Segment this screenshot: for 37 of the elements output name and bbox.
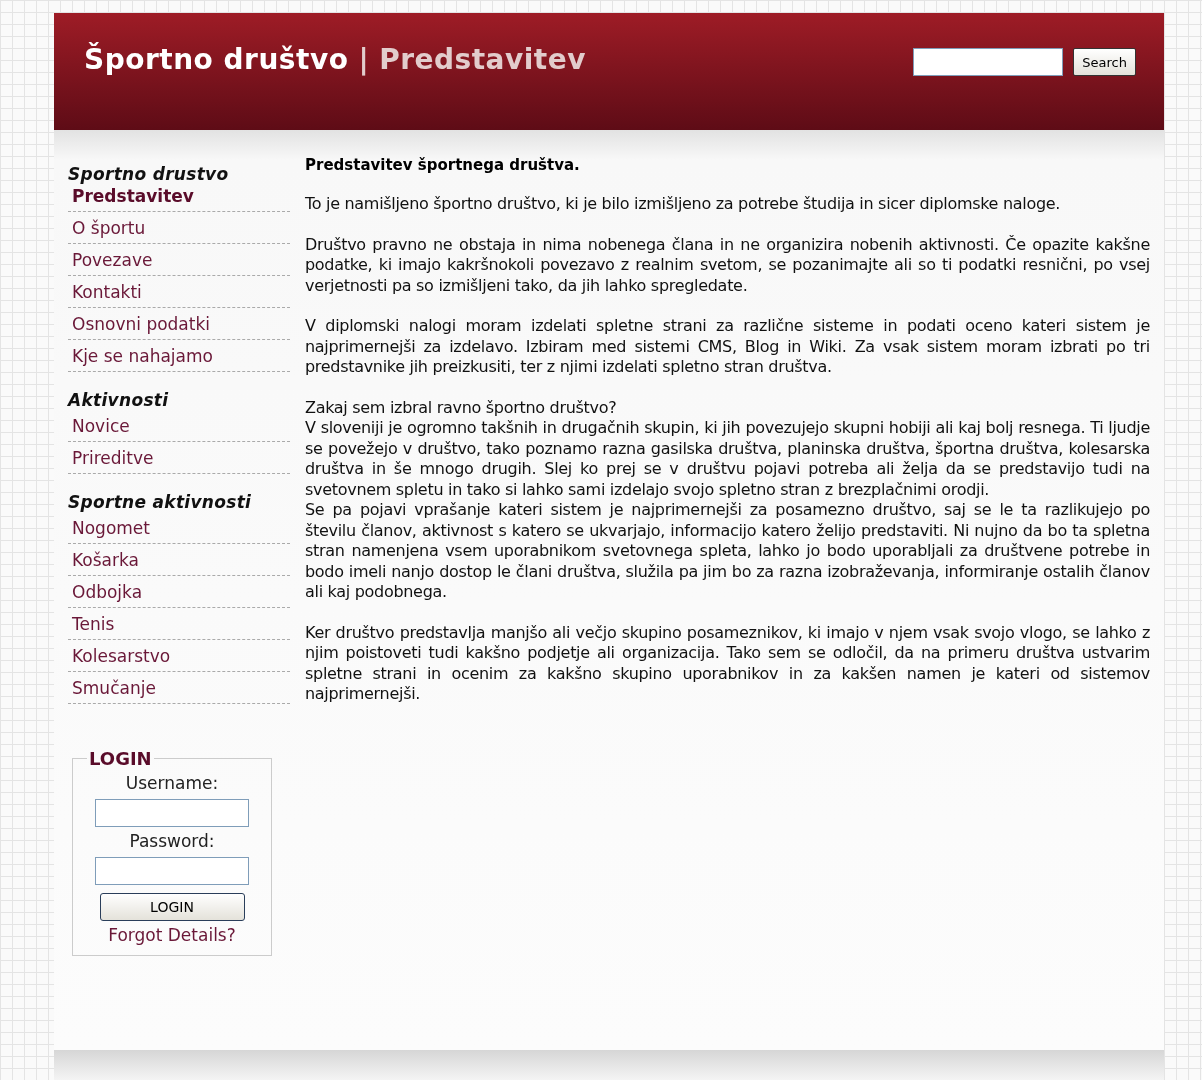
menu-link[interactable]: Povezave [68, 244, 290, 276]
title-separator: | [358, 43, 370, 76]
paragraph: Se pa pojavi vprašanje kateri sistem je najprimernejši za posamezno društvo, saj se le ta razlikujejo po številu članov, aktivnost s katero se ukvarjajo, informacijo katero želijo predstaviti. Ni nujno da bo ta spletna stran namenjena vsem uporabnikom svetovnega spleta, lahko jo bodo uporabljali za društvene potrebe in bodo imeli nanjo dostop le člani društva, služila pa jim bo za razna izobraževanja, informiranje ostalih članov ali kaj podobnega. [305, 500, 1150, 603]
page-title: Predstavitev [379, 43, 586, 76]
menu-link[interactable]: Kontakti [68, 276, 290, 308]
search-button[interactable]: Search [1073, 48, 1136, 76]
menu-link[interactable]: Novice [68, 410, 290, 442]
menu-link[interactable]: Kolesarstvo [68, 640, 290, 672]
menu-heading: Sportne aktivnosti [68, 492, 253, 512]
menu-link[interactable]: Odbojka [68, 576, 290, 608]
menu-link[interactable]: Nogomet [68, 512, 290, 544]
forgot-details-link[interactable]: Forgot Details? [108, 925, 236, 945]
paragraph: V diplomski nalogi moram izdelati spletne strani za različne sisteme in podati oceno kateri sistem je najprimernejši za izdelavo. Izbiram med sistemi CMS, Blog in Wiki. Za vsak sistem moram izbrati po tri predstavnike jih preizkusiti, ter z njimi izdelati spletno stran društva. [305, 316, 1150, 378]
paragraph: Društvo pravno ne obstaja in nima nobenega člana in ne organizira nobenih aktivnosti. Če opazite kakšne podatke, ki imajo kakršnokoli povezavo z realnim svetom, se pozanimajte ali so ti podatki resnični, po vsej verjetnosti pa so izmišljeni tako, da jih lahko spregledate. [305, 234, 1150, 296]
login-button[interactable]: LOGIN [99, 893, 245, 921]
password-label: Password: [129, 831, 215, 851]
menu-link[interactable]: Predstavitev [68, 184, 290, 212]
article-heading: Predstavitev športnega društva. [305, 156, 581, 174]
site-title: Športno društvo [84, 43, 349, 76]
menu-heading: Aktivnosti [68, 390, 170, 410]
login-heading: LOGIN [88, 748, 153, 769]
username-field[interactable] [95, 799, 249, 827]
menu-link[interactable]: Tenis [68, 608, 290, 640]
menu-link[interactable]: O športu [68, 212, 290, 244]
menu-link[interactable]: Kje se nahajamo [68, 340, 290, 372]
menu-heading: Sportno drustvo [68, 164, 230, 184]
paragraph: V sloveniji je ogromno takšnih in drugačnih skupin, ki jih povezujejo skupni hobiji ali kaj bolj resnega. Ti ljudje se povežejo v društvo, tako poznamo razna gasilska društva, planinska društva, športna društva, kolesarska društva in še mnogo drugih. Slej ko prej se v društvu pojavi potreba ali želja da se predstavijo tudi na svetovnem spletu in tako si lahko sami izdelajo svojo spletno stran z brezplačnimi orodji. [305, 418, 1150, 500]
search-field[interactable] [913, 48, 1064, 76]
password-field[interactable] [95, 857, 249, 885]
menu-link[interactable]: Osnovni podatki [68, 308, 290, 340]
paragraph: To je namišljeno športno društvo, ki je bilo izmišljeno za potrebe študija in sicer diplomske naloge. [305, 194, 1062, 215]
paragraph: Ker društvo predstavlja manjšo ali večjo skupino posameznikov, ki imajo v njem vsak svojo vlogo, se lahko z njim poistoveti tudi kakšno podjetje ali organizacija. Tako sem se odločil, da na primeru društva ustvarim spletne strani in ocenim za kakšno skupino uporabnikov in za kakšen namen je kateri od sistemov najprimernejši. [305, 622, 1150, 705]
username-label: Username: [125, 773, 219, 793]
menu-link[interactable]: Prireditve [68, 442, 290, 474]
menu-link[interactable]: Košarka [68, 544, 290, 576]
paragraph: Zakaj sem izbral ravno športno društvo? [305, 397, 618, 418]
menu-link[interactable]: Smučanje [68, 672, 290, 704]
